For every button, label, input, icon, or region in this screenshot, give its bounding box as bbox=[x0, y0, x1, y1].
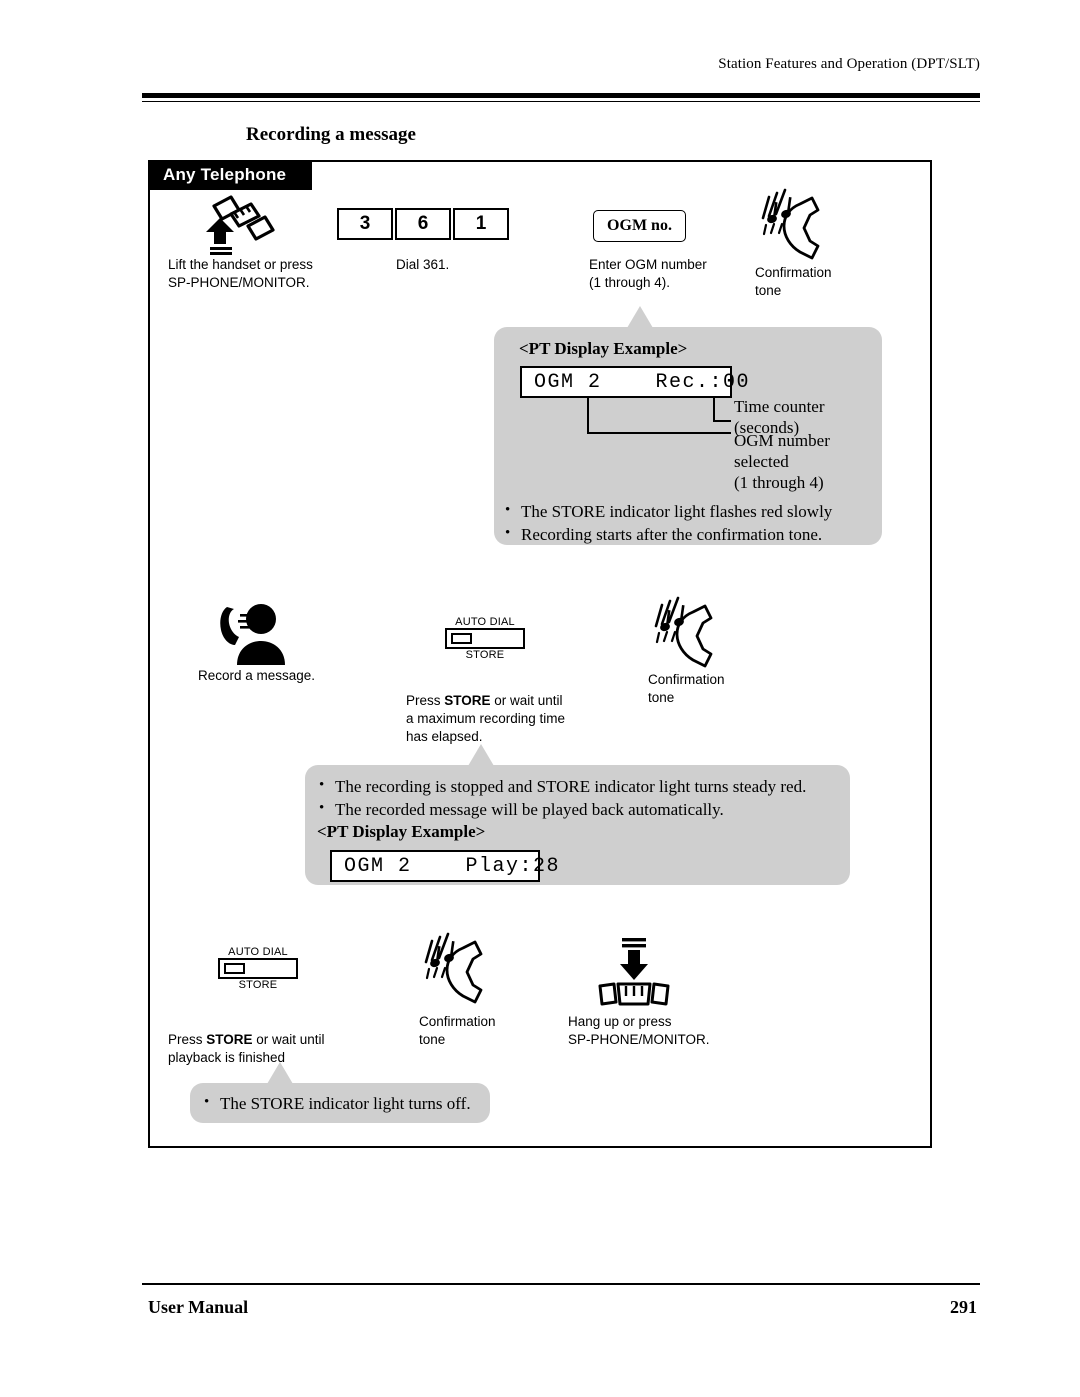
callout-tail-2 bbox=[468, 744, 494, 766]
page-title: Recording a message bbox=[246, 124, 416, 145]
confirmation-tone-icon-2 bbox=[645, 592, 729, 677]
auto-dial-label-1: AUTO DIAL bbox=[455, 616, 515, 628]
callout-1-title: <PT Display Example> bbox=[519, 339, 688, 358]
leader-ogm-label: OGM number selected (1 through 4) bbox=[734, 431, 830, 492]
leader-time-vertical bbox=[713, 398, 715, 422]
manual-page: Station Features and Operation (DPT/SLT)… bbox=[0, 0, 1080, 1397]
press-store-bold-2: STORE bbox=[206, 1032, 253, 1047]
dial-keys: 3 6 1 bbox=[337, 208, 509, 240]
press-store-pre-2: Press bbox=[168, 1032, 207, 1047]
dial-key-1[interactable]: 3 bbox=[337, 208, 393, 240]
record-message-icon bbox=[213, 597, 297, 672]
footer-page-number: 291 bbox=[950, 1297, 977, 1317]
step-lift-handset-caption: Lift the handset or press SP-PHONE/MONIT… bbox=[168, 257, 313, 290]
callout-1-bullet-1-cont: Recording starts after the confirmation … bbox=[503, 522, 871, 546]
callout-store-off: The STORE indicator light turns off. bbox=[190, 1083, 490, 1123]
phone-type-tab: Any Telephone bbox=[148, 160, 312, 190]
confirmation-tone-icon bbox=[752, 184, 836, 269]
press-store-pre-1: Press bbox=[406, 693, 445, 708]
ogm-number-box-label: OGM no. bbox=[607, 217, 672, 234]
header-rule-thick bbox=[142, 93, 980, 98]
step-press-store-caption-1: Press STORE or wait until a maximum reco… bbox=[406, 674, 606, 746]
leader-ogm-horizontal bbox=[587, 432, 731, 434]
step-press-store-caption-2: Press STORE or wait until playback is fi… bbox=[168, 1013, 388, 1067]
step-record-message-caption: Record a message. bbox=[198, 668, 316, 683]
store-led-1 bbox=[451, 633, 472, 644]
auto-dial-button-body-2[interactable] bbox=[218, 958, 298, 979]
leader-ogm-vertical bbox=[587, 398, 589, 434]
confirmation-tone-icon-3 bbox=[415, 928, 499, 1013]
auto-dial-button-body-1[interactable] bbox=[445, 628, 525, 649]
running-head: Station Features and Operation (DPT/SLT) bbox=[718, 56, 980, 72]
footer-rule bbox=[142, 1283, 980, 1285]
pt-display-recording: OGM 2 Rec.:00 bbox=[520, 366, 749, 398]
callout-tail-3 bbox=[267, 1062, 293, 1084]
step-enter-ogm-caption: Enter OGM number (1 through 4). bbox=[589, 257, 707, 290]
step-confirmation-tone-caption-1: Confirmation tone bbox=[755, 265, 832, 298]
callout-tail-1 bbox=[627, 306, 653, 328]
callout-2-bullet-0: The recording is stopped and STORE indic… bbox=[317, 774, 845, 798]
dial-key-2[interactable]: 6 bbox=[395, 208, 451, 240]
step-dial-caption: Dial 361. bbox=[396, 257, 450, 272]
lift-handset-icon bbox=[198, 192, 286, 263]
leader-time-horizontal bbox=[713, 420, 731, 422]
store-label-1: STORE bbox=[465, 649, 505, 661]
ogm-number-box[interactable]: OGM no. bbox=[593, 210, 686, 242]
phone-type-tab-label: Any Telephone bbox=[163, 165, 287, 184]
pt-display-playback: OGM 2 Play:28 bbox=[330, 850, 559, 882]
hang-up-icon bbox=[588, 936, 680, 1013]
auto-dial-label-2: AUTO DIAL bbox=[228, 946, 288, 958]
store-led-2 bbox=[224, 963, 245, 974]
callout-2-bullet-1: The recorded message will be played back… bbox=[317, 797, 845, 821]
callout-3-bullets: The STORE indicator light turns off. bbox=[202, 1091, 488, 1115]
step-hang-up-caption: Hang up or press SP-PHONE/MONITOR. bbox=[568, 1014, 710, 1047]
callout-2-bullets: The recording is stopped and STORE indic… bbox=[317, 774, 845, 821]
dial-key-3[interactable]: 1 bbox=[453, 208, 509, 240]
step-confirmation-tone-caption-2: Confirmation tone bbox=[648, 672, 725, 705]
callout-1-bullet-0: The STORE indicator light flashes red sl… bbox=[503, 499, 871, 523]
callout-1-bullets: The STORE indicator light flashes red sl… bbox=[503, 499, 871, 546]
header-rule-thin bbox=[142, 101, 980, 102]
auto-dial-store-button-2[interactable]: AUTO DIAL STORE bbox=[218, 946, 298, 991]
store-label-2: STORE bbox=[238, 979, 278, 991]
callout-1-bullet-1: Recording starts after the confirmation … bbox=[521, 525, 823, 544]
callout-2-title: <PT Display Example> bbox=[317, 822, 486, 841]
auto-dial-store-button-1[interactable]: AUTO DIAL STORE bbox=[445, 616, 525, 661]
callout-3-bullet-0: The STORE indicator light turns off. bbox=[202, 1091, 488, 1115]
step-confirmation-tone-caption-3: Confirmation tone bbox=[419, 1014, 496, 1047]
press-store-bold-1: STORE bbox=[444, 693, 491, 708]
